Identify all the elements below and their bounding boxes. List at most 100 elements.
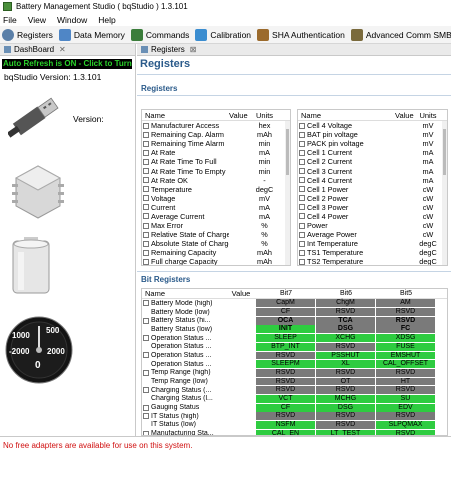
bit-cell[interactable]: SLEEPM — [256, 360, 316, 369]
menu-view[interactable]: View — [28, 15, 46, 25]
bit-cell[interactable]: FUSE — [376, 342, 436, 351]
bit-cell[interactable]: CF — [256, 308, 316, 316]
table-row[interactable]: Cell 4 Power cW — [298, 212, 447, 221]
checkbox[interactable] — [299, 122, 305, 129]
checkbox[interactable] — [299, 204, 305, 211]
table-row[interactable]: Operation Status ... RSVD PSSHUT EMSHUT — [142, 351, 447, 360]
checkbox[interactable] — [299, 186, 305, 193]
bit-cell[interactable]: SLEEP — [256, 334, 316, 343]
menu-window[interactable]: Window — [57, 15, 87, 25]
checkbox[interactable] — [299, 195, 305, 202]
checkbox[interactable] — [299, 140, 305, 147]
bit-cell[interactable]: RSVD — [376, 386, 436, 395]
checkbox[interactable] — [299, 158, 305, 165]
bit-cell[interactable]: RSVD — [256, 412, 316, 421]
advanced-comm-smb-button[interactable]: Advanced Comm SMB — [350, 28, 451, 41]
commands-button[interactable]: Commands — [130, 28, 189, 41]
bit-cell[interactable]: OCA — [256, 316, 316, 325]
tab-registers[interactable]: Registers ⊠ — [137, 44, 451, 56]
bit-cell[interactable]: INIT — [256, 325, 316, 334]
table-row[interactable]: Temp Range (low) RSVD OT HT — [142, 377, 447, 386]
table-row[interactable]: Cell 1 Current mA — [298, 148, 447, 157]
bit-cell[interactable]: CAL_OFFSET — [376, 360, 436, 369]
checkbox[interactable] — [143, 249, 149, 256]
bit-cell[interactable]: RSVD — [256, 351, 316, 360]
bit-cell[interactable]: SU — [376, 394, 436, 403]
table-row[interactable]: Remaining Cap. Alarm mAh — [142, 130, 290, 139]
bit-cell[interactable]: SLPQMAX — [376, 421, 436, 429]
table-row[interactable]: Battery Mode (low) CF RSVD RSVD — [142, 308, 447, 317]
bit-cell[interactable]: DSG — [316, 325, 376, 334]
bit-cell[interactable]: RSVD — [316, 386, 376, 395]
bit-cell[interactable]: RSVD — [376, 412, 436, 421]
checkbox[interactable] — [299, 149, 305, 156]
checkbox[interactable] — [143, 352, 149, 359]
scrollbar-thumb[interactable] — [286, 129, 289, 175]
checkbox[interactable] — [299, 240, 305, 247]
bit-cell[interactable]: FC — [376, 325, 436, 334]
bit-cell[interactable]: DSG — [316, 403, 376, 412]
checkbox[interactable] — [143, 213, 149, 220]
close-icon[interactable]: ⊠ — [190, 45, 197, 54]
table-row[interactable]: Voltage mV — [142, 194, 290, 203]
table-row[interactable]: Operation Status ... SLEEP XCHG XDSG — [142, 334, 447, 343]
bit-cell[interactable]: HT — [376, 377, 436, 386]
bit-cell[interactable]: CapM — [256, 299, 316, 308]
table-row[interactable]: Int Temperature degC — [298, 239, 447, 248]
checkbox[interactable] — [143, 140, 149, 147]
data-memory-button[interactable]: Data Memory — [58, 28, 125, 41]
checkbox[interactable] — [299, 168, 305, 175]
table-row[interactable]: Cell 2 Power cW — [298, 194, 447, 203]
table-row[interactable]: Cell 2 Current mA — [298, 157, 447, 166]
table-row[interactable]: At Rate mA — [142, 148, 290, 157]
bit-cell[interactable]: RSVD — [376, 308, 436, 316]
bit-cell[interactable]: RSVD — [256, 386, 316, 395]
bit-cell[interactable]: RSVD — [316, 368, 376, 377]
table-row[interactable]: Operation Status ... BTP_INT RSVD FUSE — [142, 342, 447, 351]
checkbox[interactable] — [299, 213, 305, 220]
bit-cell[interactable]: NSFM — [256, 421, 316, 429]
checkbox[interactable] — [143, 231, 149, 238]
table-row[interactable]: Relative State of Charge% — [142, 230, 290, 239]
bit-cell[interactable]: TCA — [316, 316, 376, 325]
bit-cell[interactable]: BTP_INT — [256, 342, 316, 351]
table-row[interactable]: Temperature degC — [142, 185, 290, 194]
table-row[interactable]: Battery Status (low) INIT DSG FC — [142, 325, 447, 334]
checkbox[interactable] — [143, 335, 149, 342]
table-row[interactable]: Cell 1 Power cW — [298, 185, 447, 194]
checkbox[interactable] — [143, 222, 149, 229]
auto-refresh-toggle[interactable]: Auto Refresh is ON - Click to Turn OFF — [2, 59, 132, 69]
checkbox[interactable] — [143, 186, 149, 193]
table-row[interactable]: Power cW — [298, 221, 447, 230]
table-row[interactable]: Gauging Status CF DSG EDV — [142, 403, 447, 412]
bit-cell[interactable]: OT — [316, 377, 376, 386]
checkbox[interactable] — [143, 317, 149, 324]
registers-button[interactable]: Registers — [2, 28, 53, 41]
table-row[interactable]: Remaining Capacity mAh — [142, 248, 290, 257]
checkbox[interactable] — [299, 249, 305, 256]
table-row[interactable]: Manufacturer Access hex — [142, 121, 290, 130]
checkbox[interactable] — [143, 387, 149, 394]
table-row[interactable]: BAT pin voltage mV — [298, 130, 447, 139]
table-row[interactable]: Cell 3 Power cW — [298, 203, 447, 212]
bit-cell[interactable]: RSVD — [316, 421, 376, 429]
checkbox[interactable] — [143, 131, 149, 138]
table-row[interactable]: Max Error% — [142, 221, 290, 230]
table-row[interactable]: Cell 3 Current mA — [298, 166, 447, 176]
table-row[interactable]: Remaining Time Alarm min — [142, 139, 290, 148]
checkbox[interactable] — [299, 131, 305, 138]
bit-cell[interactable]: RSVD — [316, 342, 376, 351]
bit-cell[interactable]: PSSHUT — [316, 351, 376, 360]
checkbox[interactable] — [143, 122, 149, 129]
table-row[interactable]: At Rate OK - — [142, 176, 290, 185]
menu-help[interactable]: Help — [98, 15, 115, 25]
checkbox[interactable] — [143, 300, 149, 307]
table-row[interactable]: Battery Mode (high) CapM ChgM AM — [142, 299, 447, 308]
checkbox[interactable] — [143, 149, 149, 156]
checkbox[interactable] — [143, 177, 149, 184]
table-row[interactable]: TS2 Temperature degC — [298, 257, 447, 265]
bit-cell[interactable]: RSVD — [376, 316, 436, 325]
table-row[interactable]: IT Status (low) NSFM RSVD SLPQMAX — [142, 421, 447, 430]
bit-cell[interactable]: XL — [316, 360, 376, 369]
table-row[interactable]: Full charge Capacity mAh — [142, 257, 290, 265]
